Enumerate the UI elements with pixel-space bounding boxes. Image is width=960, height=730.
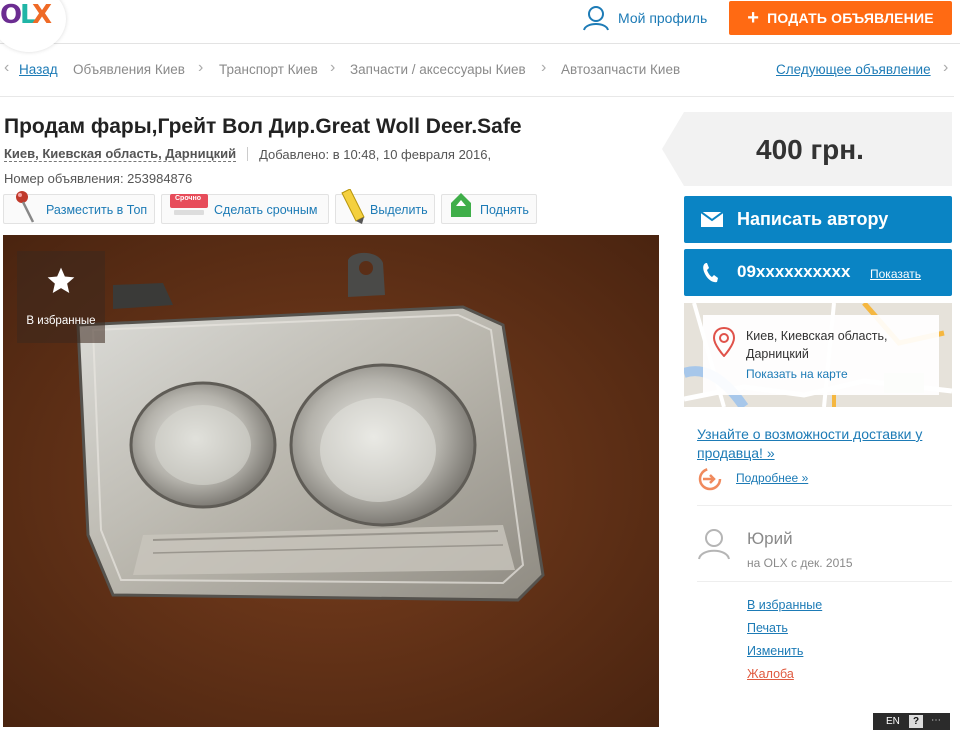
pin-icon — [16, 191, 35, 223]
write-author-label: Написать автору — [737, 209, 889, 229]
ad-photo[interactable]: В избранные — [3, 235, 659, 727]
location-map[interactable]: Киев, Киевская область, Дарницкий Показа… — [684, 303, 952, 407]
logo-letter-o: O — [0, 0, 22, 30]
help-icon[interactable]: ? — [909, 715, 923, 728]
map-address-line2: Дарницкий — [746, 347, 809, 361]
my-profile-link[interactable]: Мой профиль — [582, 4, 707, 32]
highlight-label: Выделить — [370, 203, 428, 217]
seller-since: на OLX с дек. 2015 — [747, 556, 853, 570]
chevron-right-icon: › — [198, 59, 204, 76]
ad-added-date: Добавлено: в 10:48, 10 февраля 2016, — [259, 146, 492, 162]
phone-number: 09xxxxxxxxxx — [737, 262, 851, 281]
star-icon — [47, 267, 75, 293]
divider — [697, 581, 952, 582]
edit-link[interactable]: Изменить — [747, 644, 803, 658]
urgent-badge-text: Срочно — [175, 195, 202, 202]
show-on-map-link[interactable]: Показать на карте — [746, 367, 848, 381]
highlighter-icon — [341, 189, 365, 224]
post-ad-label: ПОДАТЬ ОБЪЯВЛЕНИЕ — [767, 10, 934, 26]
favorites-label: В избранные — [26, 315, 96, 327]
chevron-right-icon: › — [330, 59, 336, 76]
phone-button[interactable]: 09xxxxxxxxxx Показать — [684, 249, 952, 296]
breadcrumb-item[interactable]: Запчасти / аксессуары Киев — [350, 62, 526, 77]
add-to-favorites-overlay[interactable]: В избранные — [17, 251, 105, 343]
breadcrumb-item[interactable]: Объявления Киев — [73, 62, 185, 77]
delivery-icon — [698, 467, 722, 491]
make-urgent-label: Сделать срочным — [214, 203, 318, 217]
make-urgent-button[interactable]: Срочно Сделать срочным — [161, 194, 329, 224]
language-bar[interactable]: EN ? ⋯ — [873, 713, 950, 730]
divider — [247, 147, 249, 161]
logo-letter-x: X — [32, 0, 52, 30]
promote-top-button[interactable]: Разместить в Топ — [3, 191, 155, 224]
add-to-favorites-link[interactable]: В избранные — [747, 598, 822, 612]
highlight-button[interactable]: Выделить — [335, 189, 435, 224]
seller-name: Юрий — [747, 529, 793, 548]
price-value: 400 грн. — [756, 134, 864, 165]
user-icon — [583, 6, 609, 31]
chevron-right-icon: › — [541, 59, 547, 76]
ad-number: Номер объявления: 253984876 — [4, 171, 193, 186]
my-profile-label: Мой профиль — [618, 10, 708, 26]
ad-location[interactable]: Киев, Киевская область, Дарницкий — [4, 146, 237, 162]
envelope-icon — [701, 212, 723, 227]
breadcrumb: ‹ Назад Объявления Киев › Транспорт Киев… — [0, 52, 960, 88]
phone-icon — [703, 263, 718, 283]
map-address: Киев, Киевская область, Дарницкий — [746, 327, 887, 363]
breadcrumb-item[interactable]: Автозапчасти Киев — [561, 62, 680, 77]
ad-title: Продам фары,Грейт Вол Дир.Great Woll Dee… — [4, 115, 522, 138]
chevron-left-icon: ‹ — [4, 59, 10, 76]
olx-logo[interactable]: O L X — [0, 0, 66, 52]
divider — [697, 505, 952, 506]
avatar — [698, 529, 730, 560]
site-header: O L X Мой профиль + ПОДАТЬ ОБЪЯВЛЕНИЕ — [0, 0, 960, 52]
print-link[interactable]: Печать — [747, 621, 788, 635]
up-arrow-icon — [451, 193, 471, 217]
ad-meta: Киев, Киевская область, Дарницкий Добавл… — [4, 146, 491, 162]
language-indicator[interactable]: EN — [886, 716, 900, 727]
delivery-info-link[interactable]: Узнайте о возможности доставки у продавц… — [697, 425, 947, 463]
back-link[interactable]: Назад — [19, 62, 58, 77]
location-pin-icon — [713, 327, 735, 357]
price-box: 400 грн. — [662, 112, 952, 186]
report-link[interactable]: Жалоба — [747, 667, 794, 681]
more-details-link[interactable]: Подробнее » — [736, 471, 808, 485]
divider — [0, 96, 954, 97]
bump-up-label: Поднять — [480, 203, 529, 217]
bump-up-button[interactable]: Поднять — [441, 193, 537, 224]
chevron-right-icon: › — [943, 59, 949, 76]
post-ad-button[interactable]: + ПОДАТЬ ОБЪЯВЛЕНИЕ — [729, 1, 952, 35]
map-address-card: Киев, Киевская область, Дарницкий Показа… — [703, 315, 939, 395]
write-author-button[interactable]: Написать автору — [684, 196, 952, 243]
map-address-line1: Киев, Киевская область, — [746, 329, 888, 343]
plus-icon: + — [747, 7, 760, 29]
breadcrumb-item[interactable]: Транспорт Киев — [219, 62, 318, 77]
delivery-more[interactable]: Подробнее » — [697, 467, 808, 491]
next-ad-link[interactable]: Следующее объявление — [776, 62, 931, 77]
minimize-icon[interactable]: ⋯ — [931, 715, 941, 726]
show-phone-link[interactable]: Показать — [870, 267, 921, 281]
promote-top-label: Разместить в Топ — [46, 203, 148, 217]
